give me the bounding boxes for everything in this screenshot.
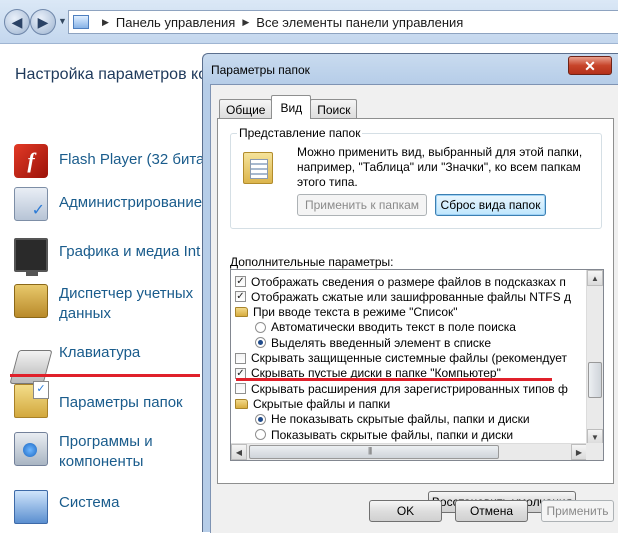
cp-item-flash-player[interactable]: f Flash Player (32 бита (14, 144, 204, 178)
cp-item-label[interactable]: Графика и медиа Int (59, 238, 200, 262)
vertical-scrollbar[interactable]: ▲ ▼ (586, 270, 603, 445)
scroll-thumb[interactable] (249, 445, 499, 459)
back-button[interactable]: ◀ (4, 9, 30, 35)
list-item[interactable]: Показывать скрытые файлы, папки и диски (231, 427, 587, 442)
scroll-left-icon[interactable]: ◀ (231, 444, 247, 460)
cp-item-folder-options[interactable]: Параметры папок (14, 381, 183, 418)
tab-search[interactable]: Поиск (310, 99, 358, 119)
folder-options-icon (14, 381, 49, 418)
tab-general[interactable]: Общие (219, 99, 273, 119)
list-item-label: Автоматически вводить текст в поле поиск… (271, 320, 516, 335)
tab-view[interactable]: Вид (271, 95, 312, 119)
folder-options-dialog: Параметры папок ✕ Общие Вид Поиск Предст… (202, 53, 618, 533)
list-item[interactable]: Скрытые файлы и папки (231, 396, 587, 411)
forward-button[interactable]: ▶ (30, 9, 56, 35)
list-item-label: Скрытые файлы и папки (253, 396, 391, 411)
cp-item-system[interactable]: Система (14, 490, 119, 524)
checkbox-checked[interactable]: ✓ (235, 291, 246, 303)
checkbox[interactable] (235, 383, 246, 395)
folder-view-description: Можно применить вид, выбранный для этой … (297, 145, 583, 189)
checkbox[interactable] (235, 352, 246, 364)
cp-item-label[interactable]: Flash Player (32 бита (59, 144, 204, 170)
radio[interactable] (255, 321, 266, 333)
arrow-left-icon: ◀ (11, 13, 23, 30)
apply-to-folders-button[interactable]: Применить к папкам (297, 194, 427, 216)
dialog-body: Общие Вид Поиск Представление папок Можн… (210, 84, 618, 533)
folder-view-group: Представление папок Можно применить вид,… (230, 126, 602, 229)
list-item[interactable]: При вводе текста в режиме "Список" (231, 305, 587, 320)
folder-icon (235, 398, 248, 409)
chevron-right-icon[interactable]: ▶ (242, 17, 249, 28)
cp-item-administration[interactable]: Администрирование (14, 187, 202, 221)
programs-features-icon (14, 432, 48, 466)
cp-item-label[interactable]: Система (59, 490, 119, 513)
list-item[interactable]: ✓ Отображать сведения о размере файлов в … (231, 274, 587, 289)
folder-icon (235, 307, 248, 318)
list-item[interactable]: Скрывать расширения для зарегистрированн… (231, 381, 587, 396)
advanced-settings-list[interactable]: Показывать скрытые файлы, папки и диски Н… (230, 269, 604, 461)
cp-item-label[interactable]: Программы и компоненты (59, 432, 153, 472)
address-input[interactable]: ▶ Панель управления ▶ Все элементы панел… (68, 10, 618, 34)
highlight-underline (236, 378, 552, 381)
system-icon (14, 490, 48, 524)
page-title: Настройка параметров ко (15, 66, 208, 83)
apply-button[interactable]: Применить (541, 500, 614, 522)
list-item-label: Скрывать защищенные системные файлы (рек… (251, 351, 568, 365)
folder-view-icon (243, 152, 273, 184)
cp-item-label[interactable]: Клавиатура (59, 342, 140, 363)
history-dropdown-icon[interactable]: ▼ (58, 16, 67, 26)
arrow-right-icon: ▶ (37, 13, 49, 30)
folder-view-title: Представление папок (237, 126, 363, 140)
address-bar: ◀ ▶ ▼ ▶ Панель управления ▶ Все элементы… (0, 0, 618, 44)
advanced-settings-label: Дополнительные параметры: (230, 255, 394, 269)
scroll-up-icon[interactable]: ▲ (587, 270, 603, 286)
cp-item-graphics-media[interactable]: Графика и медиа Int (14, 238, 200, 276)
cp-item-label[interactable]: Администрирование (59, 187, 202, 213)
chevron-right-icon[interactable]: ▶ (102, 17, 109, 28)
highlight-underline (10, 374, 200, 377)
checkbox-checked[interactable]: ✓ (235, 276, 246, 287)
list-item-label: При вводе текста в режиме "Список" (253, 305, 458, 320)
list-item[interactable]: Автоматически вводить текст в поле поиск… (231, 320, 587, 335)
scroll-corner (586, 443, 603, 460)
cp-item-label[interactable]: Диспетчер учетных данных (59, 284, 193, 324)
tab-bar: Общие Вид Поиск (219, 95, 358, 119)
ok-button[interactable]: OK (369, 500, 442, 522)
horizontal-scrollbar[interactable]: ◀ ▶ (231, 443, 587, 460)
cp-item-programs-features[interactable]: Программы и компоненты (14, 432, 153, 472)
list-item[interactable]: Не показывать скрытые файлы, папки и дис… (231, 412, 587, 427)
keyboard-icon (9, 350, 53, 384)
control-panel-icon (73, 15, 89, 29)
administration-icon (14, 187, 48, 221)
credential-manager-icon (14, 284, 48, 318)
reset-folders-button[interactable]: Сброс вида папок (435, 194, 546, 216)
cp-item-credential-manager[interactable]: Диспетчер учетных данных (14, 284, 193, 324)
list-item-label: Отображать сведения о размере файлов в п… (251, 274, 566, 289)
view-tab-panel: Представление папок Можно применить вид,… (217, 118, 614, 513)
cp-item-label[interactable]: Параметры папок (59, 384, 183, 413)
cancel-button[interactable]: Отмена (455, 500, 528, 522)
list-item[interactable]: Выделять введенный элемент в списке (231, 335, 587, 350)
flash-player-icon: f (14, 144, 48, 178)
breadcrumb-control-panel[interactable]: Панель управления (116, 15, 235, 30)
close-icon: ✕ (584, 57, 596, 74)
radio-selected[interactable] (255, 413, 266, 425)
radio-selected[interactable] (255, 337, 266, 349)
list-item-label: Скрывать расширения для зарегистрированн… (251, 381, 568, 396)
graphics-media-icon (14, 238, 48, 276)
list-item-label: Показывать скрытые файлы, папки и диски (271, 427, 514, 442)
close-button[interactable]: ✕ (568, 56, 612, 75)
dialog-title: Параметры папок (211, 63, 310, 77)
list-item[interactable]: ✓ Отображать сжатые или зашифрованные фай… (231, 289, 587, 304)
list-item[interactable]: Скрывать защищенные системные файлы (рек… (231, 351, 587, 366)
scroll-right-icon[interactable]: ▶ (571, 444, 587, 460)
scroll-thumb[interactable] (588, 362, 602, 398)
radio[interactable] (255, 429, 266, 440)
list-item-label: Не показывать скрытые файлы, папки и дис… (271, 412, 530, 427)
breadcrumb-all-items[interactable]: Все элементы панели управления (256, 15, 463, 30)
list-item-label: Выделять введенный элемент в списке (271, 335, 491, 350)
list-item-label: Отображать сжатые или зашифрованные файл… (251, 289, 571, 304)
cp-item-keyboard[interactable]: Клавиатура (9, 342, 140, 384)
